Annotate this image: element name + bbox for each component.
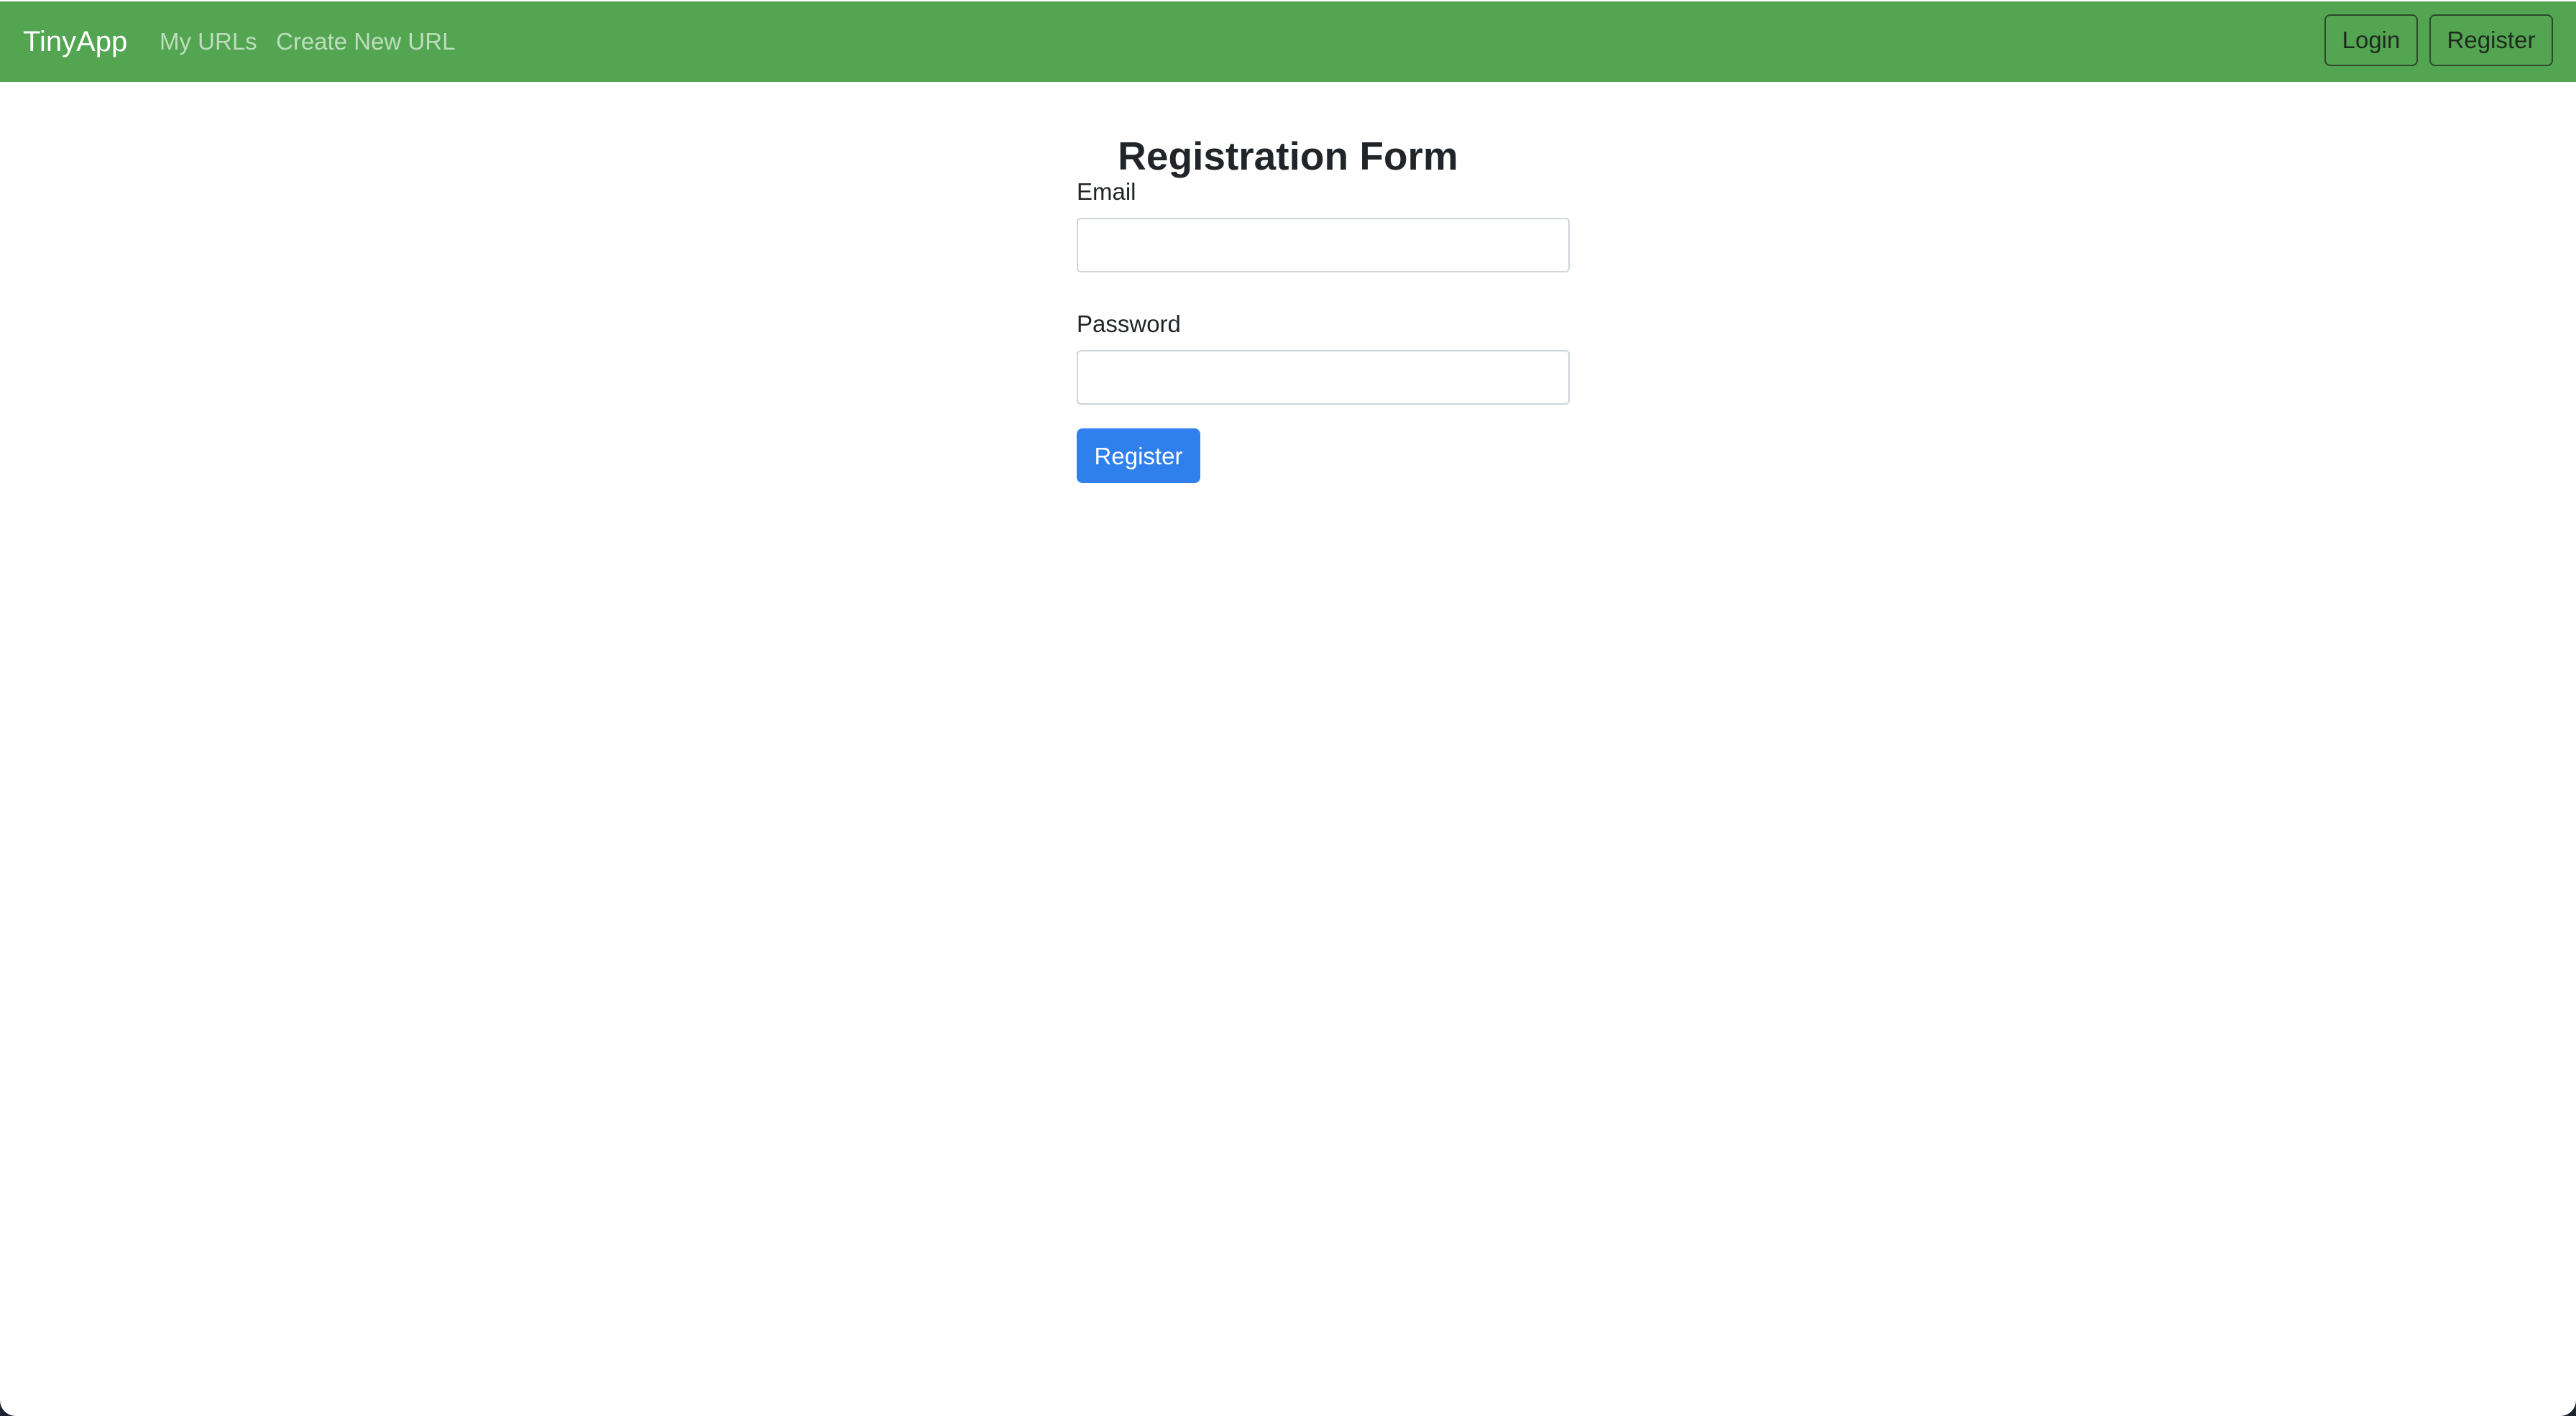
password-label: Password [1077,311,1181,337]
email-field[interactable] [1077,218,1570,272]
brand-link[interactable]: TinyApp [23,1,127,82]
page-title: Registration Form [1118,133,1458,178]
top-navbar: TinyApp My URLs Create New URL Login Reg… [0,1,2576,82]
register-submit-button[interactable]: Register [1077,428,1200,483]
email-label: Email [1077,178,1136,205]
nav-link-my-urls[interactable]: My URLs [160,1,257,82]
nav-register-button[interactable]: Register [2429,14,2553,66]
password-field[interactable] [1077,350,1570,405]
nav-link-create-new-url[interactable]: Create New URL [276,1,455,82]
browser-viewport: TinyApp My URLs Create New URL Login Reg… [0,0,2576,1416]
login-button[interactable]: Login [2324,14,2418,66]
